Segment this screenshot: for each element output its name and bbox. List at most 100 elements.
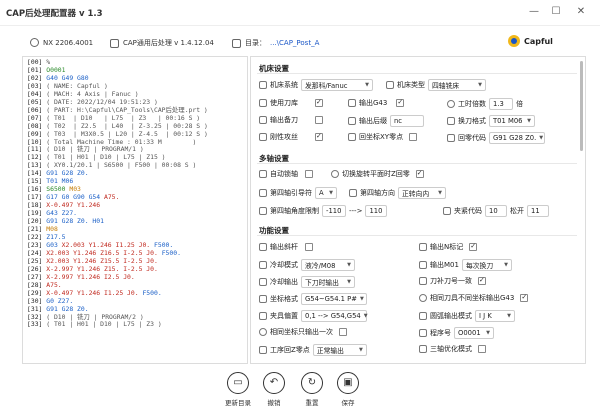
close-button[interactable]: ✕ [572, 4, 590, 20]
save-button[interactable]: ▣ 保存 [328, 372, 368, 407]
divider [257, 235, 577, 236]
auto-lock-row: 自动锁轴 [259, 169, 313, 179]
line-number: [12] [27, 153, 47, 162]
tapping-icon [259, 133, 267, 141]
line-number: [24] [27, 248, 47, 257]
line-number: [00] [27, 58, 47, 66]
ratio-row: 工时倍数 1.3 倍 [447, 98, 523, 110]
tail-input[interactable]: nc [390, 115, 424, 127]
cool-output-select[interactable]: 下刀时输出 ▼ [301, 276, 355, 288]
tool-number-row: 刀补刀号一致 [419, 276, 486, 286]
three-axis-checkbox[interactable] [478, 345, 486, 353]
angle-icon [259, 207, 267, 215]
machine-system-select[interactable]: 发那科/Fanuc ▼ [301, 79, 373, 91]
code-token: I1.25 J0. [115, 240, 154, 249]
line-number: [03] [27, 81, 47, 90]
title-bar: CAP后处理配置器 v 1.3 — ☐ ✕ [0, 0, 600, 26]
clamp-icon [443, 207, 451, 215]
line-number: [09] [27, 129, 47, 138]
coord-format-select[interactable]: G54~G54.1 P# ▼ [301, 293, 367, 305]
n-mark-checkbox[interactable] [469, 242, 478, 251]
line-number: [20] [27, 217, 47, 226]
line-number: [27] [27, 272, 47, 281]
code-token: ( T01 | H01 | D10 | L75 | Z15 ) [46, 153, 166, 162]
toolchange-row: 换刀格式 T01 M06 ▼ [447, 115, 535, 127]
divider [257, 73, 577, 74]
minimize-button[interactable]: — [525, 4, 543, 20]
line-number: [08] [27, 121, 47, 130]
rotary-zero-checkbox[interactable] [415, 169, 424, 178]
same-coord-checkbox[interactable] [339, 328, 347, 336]
code-token: G91 G28 Z0. [46, 217, 93, 226]
limit-max-input[interactable]: 110 [365, 205, 388, 217]
code-token: S6500 [46, 185, 70, 194]
fixture-offset-select[interactable]: 0,1 --> G54,G54 ▼ [301, 310, 368, 322]
undo-button[interactable]: ↶ 撤销 [254, 372, 294, 407]
tapping-checkbox[interactable] [315, 132, 323, 141]
toolchange-select[interactable]: T01 M06 ▼ [489, 115, 535, 127]
clamp-input[interactable]: 10 [485, 205, 507, 217]
line-number: [28] [27, 280, 47, 289]
line-number: [17] [27, 193, 47, 202]
arc-mode-row: 圆弧输出模式 I J K ▼ [419, 310, 515, 322]
fixture-offset-row: 夹具偏置 0,1 --> G54,G54 ▼ [259, 310, 368, 322]
arc-mode-select[interactable]: I J K ▼ [475, 310, 515, 322]
use-tool-checkbox[interactable] [315, 98, 323, 107]
chevron-down-icon: ▼ [507, 313, 511, 319]
m01-row: 输出M01 每次换刀 ▼ [419, 259, 512, 271]
brand: Capful [508, 35, 553, 47]
code-token: I1.25 J0. [103, 288, 143, 297]
rotate-icon [331, 170, 339, 178]
limit-min-input[interactable]: -110 [322, 205, 346, 217]
backup-checkbox[interactable] [315, 116, 323, 124]
coordinate-icon [259, 295, 267, 303]
line-number: [07] [27, 113, 47, 122]
axis4-dir-select[interactable]: 正转向内 ▼ [398, 187, 446, 199]
scrollbar[interactable] [580, 61, 583, 151]
coolant-icon [259, 261, 267, 269]
arc-icon [419, 312, 427, 320]
folder-icon [232, 38, 241, 48]
xy-zero-checkbox[interactable] [409, 133, 418, 141]
axis4-lead-select[interactable]: A ▼ [315, 187, 337, 199]
refresh-directory-button[interactable]: ▭ 更新目录 [218, 372, 258, 407]
coord-once-icon [259, 328, 267, 336]
program-number-select[interactable]: O0001 ▼ [454, 327, 494, 339]
coolant-select[interactable]: 液冷/M08 ▼ [301, 259, 355, 271]
code-token: A75. [46, 280, 62, 289]
same-tool-g43-checkbox[interactable] [520, 293, 529, 302]
tool-number-checkbox[interactable] [478, 276, 486, 285]
m01-select[interactable]: 每次换刀 ▼ [461, 259, 512, 271]
z-return-select[interactable]: 正常输出 ▼ [312, 344, 367, 356]
document-icon [110, 38, 119, 48]
ratio-input[interactable]: 1.3 [489, 98, 513, 110]
code-token: F500. [154, 240, 174, 249]
g43-checkbox[interactable] [396, 98, 405, 107]
machine-type-select[interactable]: 四轴铣床 ▼ [428, 79, 486, 91]
maximize-button[interactable]: ☐ [547, 4, 565, 20]
bottom-toolbar: ▭ 更新目录 ↶ 撤销 ↻ 重置 ▣ 保存 [0, 366, 600, 420]
program-number-row: 程序号 O0001 ▼ [419, 327, 494, 339]
chevron-down-icon: ▼ [329, 190, 333, 196]
release-input[interactable]: 11 [527, 205, 549, 217]
line-number: [25] [27, 256, 47, 265]
code-token: ( T01 | H01 | D10 | L75 | Z3 ) [46, 320, 162, 329]
return-code-select[interactable]: G91 G28 Z0. ▼ [489, 132, 545, 144]
nc-code-view[interactable]: [00] % [01] O0001 [02] G40 G49 G80 [03] ( N… [22, 56, 248, 364]
code-token: X2.003 Y1.246 [46, 248, 101, 257]
slope-checkbox[interactable] [305, 243, 313, 251]
directory-link[interactable]: ...\CAP_Post_A [270, 39, 319, 47]
code-token: M08 [46, 225, 58, 234]
code-token: Z15. I-2.5 J0. [103, 264, 158, 273]
code-token: G91 G28 Z0. [46, 169, 89, 178]
settings-panel[interactable]: 机床设置 机床系统 发那科/Fanuc▼ 机床类型 四轴铣床▼ 使用刀库 输出G… [250, 56, 586, 364]
auto-lock-checkbox[interactable] [305, 170, 313, 178]
code-token: ( MACH: 4 Axis | Fanuc ) [46, 89, 139, 98]
reset-button[interactable]: ↻ 重置 [292, 372, 332, 407]
directory[interactable]: 目录： ...\CAP_Post_A [232, 38, 319, 48]
code-token: G03 [46, 240, 62, 249]
code-token: G17 G0 G90 G54 [46, 193, 104, 202]
chevron-down-icon: ▼ [365, 82, 369, 88]
fixture-icon [259, 312, 267, 320]
chevron-down-icon: ▼ [363, 313, 368, 319]
